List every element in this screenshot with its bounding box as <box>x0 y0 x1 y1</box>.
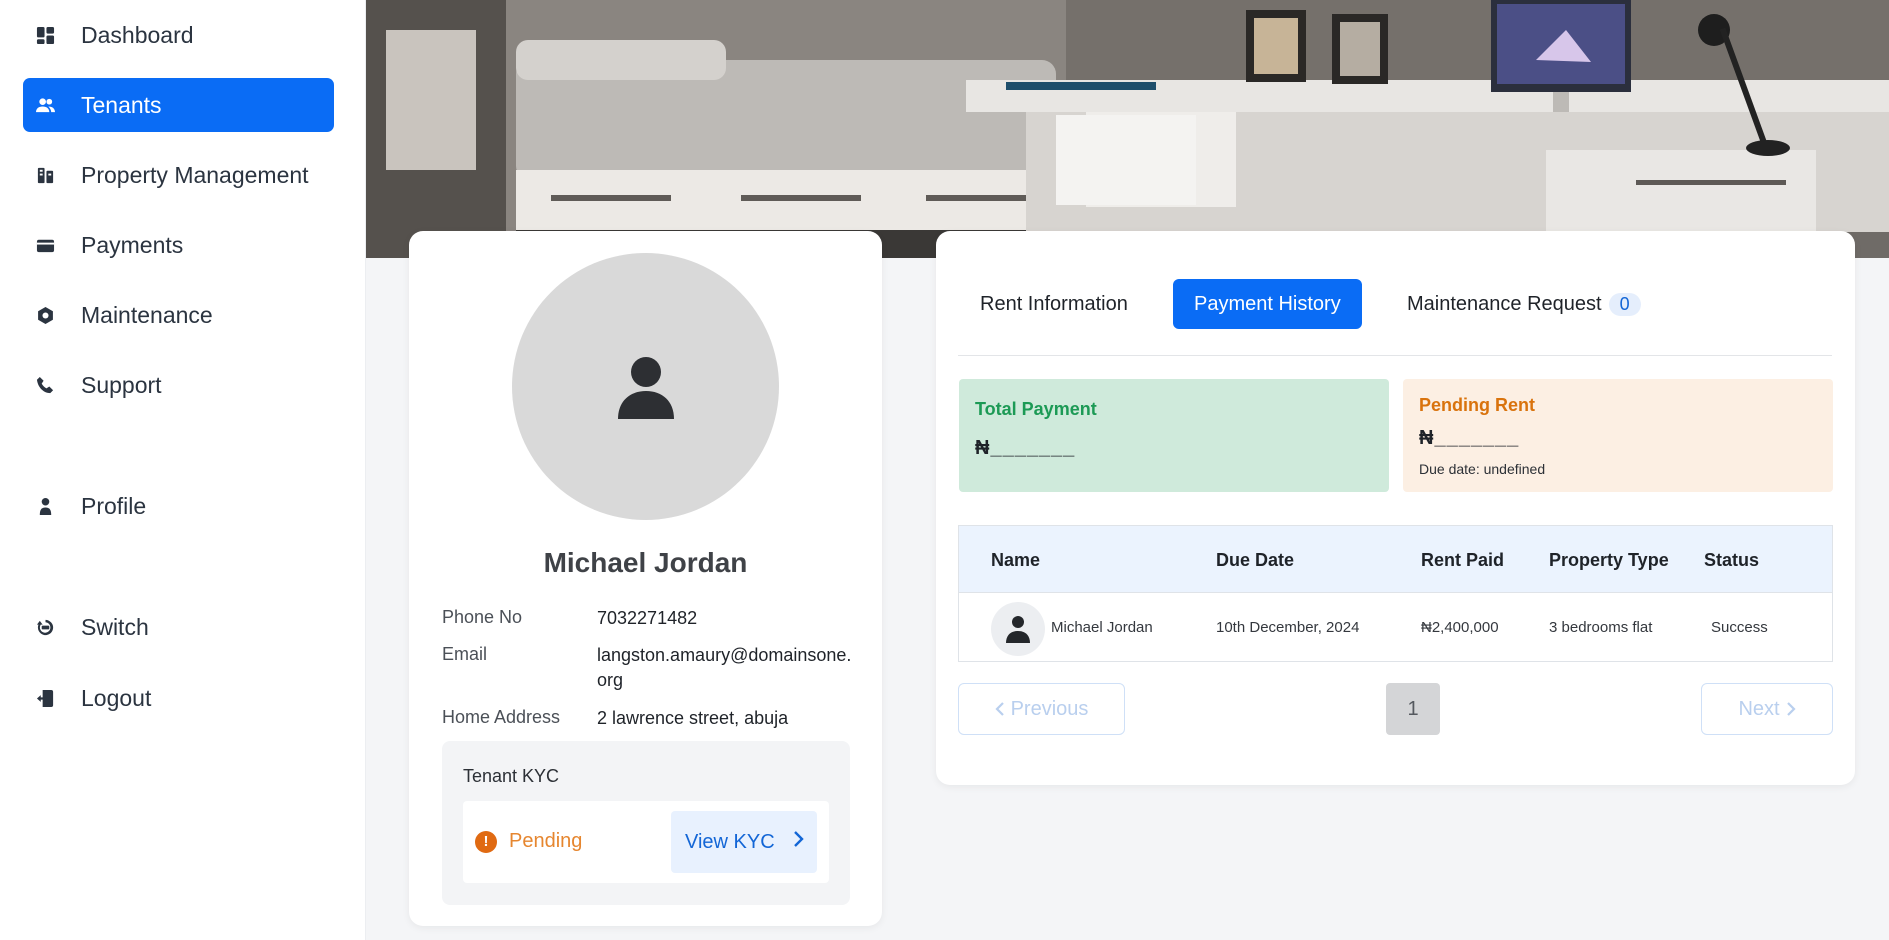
pending-rent-card: Pending Rent ₦_______ Due date: undefine… <box>1403 379 1833 492</box>
address-value: 2 lawrence street, abuja <box>597 708 789 728</box>
cell-rent-paid: ₦2,400,000 <box>1421 619 1499 636</box>
chevron-right-icon <box>1786 702 1796 716</box>
cell-due-date: 10th December, 2024 <box>1216 619 1360 636</box>
tenant-kyc-box: Tenant KYC ! Pending View KYC <box>442 741 850 905</box>
total-payment-card: Total Payment ₦_______ <box>959 379 1389 492</box>
avatar <box>991 602 1045 656</box>
hero-banner-image <box>366 0 1889 258</box>
address-label: Home Address <box>442 707 561 727</box>
sidebar: Dashboard Tenants Property Management Pa… <box>0 0 366 940</box>
tab-label: Rent Information <box>980 292 1128 315</box>
kyc-status-row: ! Pending View KYC <box>463 801 829 883</box>
sidebar-item-support[interactable]: Support <box>23 358 334 412</box>
sidebar-item-profile[interactable]: Profile <box>23 479 334 533</box>
table-header: Name Due Date Rent Paid Property Type St… <box>959 526 1832 593</box>
view-kyc-label: View KYC <box>685 830 775 853</box>
tab-payment-history[interactable]: Payment History <box>1173 279 1362 329</box>
tenant-name: Michael Jordan <box>543 547 748 578</box>
warning-icon: ! <box>475 831 497 853</box>
sidebar-item-label: Payments <box>81 231 184 258</box>
kyc-status: Pending <box>509 830 583 852</box>
property-icon <box>35 165 55 185</box>
total-payment-title: Total Payment <box>975 399 1097 419</box>
wallet-icon <box>35 235 55 255</box>
sidebar-item-dashboard[interactable]: Dashboard <box>23 8 334 62</box>
tenants-icon <box>35 95 55 115</box>
sidebar-item-label: Support <box>81 371 162 398</box>
tab-rent-information[interactable]: Rent Information <box>980 279 1128 329</box>
logout-icon <box>35 688 55 708</box>
phone-value: 7032271482 <box>597 608 698 628</box>
email-label: Email <box>442 644 488 664</box>
sidebar-item-payments[interactable]: Payments <box>23 218 334 272</box>
divider <box>958 355 1832 356</box>
switch-icon <box>35 617 55 637</box>
column-header-rent-paid: Rent Paid <box>1421 550 1505 570</box>
payment-history-card: Rent Information Payment History Mainten… <box>936 231 1855 785</box>
gear-icon <box>35 305 55 325</box>
email-value: langston.amaury@domainsone.org <box>597 645 852 690</box>
previous-label: Previous <box>1010 697 1089 720</box>
pending-rent-title: Pending Rent <box>1419 395 1535 415</box>
previous-page-button[interactable]: Previous <box>958 683 1125 735</box>
phone-icon <box>35 375 55 395</box>
chevron-right-icon <box>793 830 805 854</box>
cell-property-type: 3 bedrooms flat <box>1549 619 1653 636</box>
column-header-name: Name <box>991 550 1041 570</box>
sidebar-item-logout[interactable]: Logout <box>23 671 334 725</box>
column-header-property-type: Property Type <box>1549 550 1669 570</box>
page-number-button[interactable]: 1 <box>1386 683 1440 735</box>
cell-name: Michael Jordan <box>1051 619 1153 636</box>
column-header-status: Status <box>1704 550 1760 570</box>
sidebar-item-label: Tenants <box>81 91 162 118</box>
kyc-title: Tenant KYC <box>463 766 560 786</box>
payment-history-table: Name Due Date Rent Paid Property Type St… <box>958 525 1833 662</box>
sidebar-item-property-management[interactable]: Property Management <box>23 148 334 202</box>
column-header-due-date: Due Date <box>1216 550 1295 570</box>
tab-maintenance-request[interactable]: Maintenance Request 0 <box>1407 279 1641 329</box>
tab-label: Maintenance Request <box>1407 292 1602 315</box>
view-kyc-button[interactable]: View KYC <box>671 811 817 873</box>
sidebar-item-label: Switch <box>81 613 149 640</box>
sidebar-item-label: Dashboard <box>81 21 194 48</box>
dashboard-icon <box>35 25 55 45</box>
phone-label: Phone No <box>442 607 523 627</box>
total-payment-value: ₦_______ <box>975 437 1076 459</box>
sidebar-item-switch[interactable]: Switch <box>23 600 334 654</box>
maintenance-count-badge: 0 <box>1608 292 1641 316</box>
sidebar-item-label: Profile <box>81 492 147 519</box>
cell-status: Success <box>1711 619 1768 636</box>
chevron-left-icon <box>995 702 1004 716</box>
next-page-button[interactable]: Next <box>1701 683 1833 735</box>
tenant-profile-card: Michael Jordan Phone No 7032271482 Email… <box>409 231 882 926</box>
user-icon <box>617 356 674 419</box>
tab-label: Payment History <box>1194 292 1341 315</box>
pending-rent-value: ₦_______ <box>1419 427 1520 449</box>
user-icon <box>1006 616 1030 643</box>
next-label: Next <box>1738 697 1780 720</box>
avatar <box>512 253 779 520</box>
sidebar-item-label: Logout <box>81 684 152 711</box>
sidebar-item-maintenance[interactable]: Maintenance <box>23 288 334 342</box>
sidebar-item-tenants[interactable]: Tenants <box>23 78 334 132</box>
pending-due-date: Due date: undefined <box>1419 461 1546 477</box>
sidebar-item-label: Property Management <box>81 161 309 188</box>
person-icon <box>35 496 55 516</box>
sidebar-item-label: Maintenance <box>81 301 213 328</box>
